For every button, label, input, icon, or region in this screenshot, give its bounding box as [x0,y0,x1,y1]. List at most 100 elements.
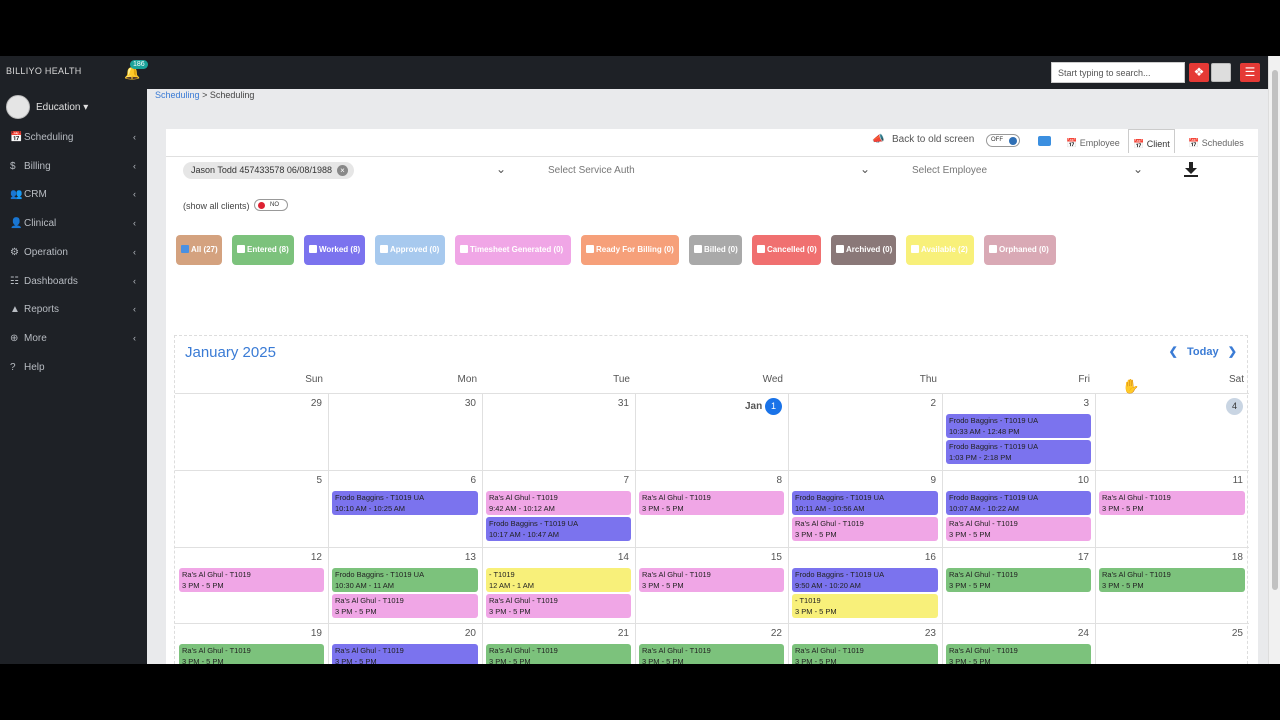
event-block[interactable]: Ra's Al Ghul - T1019 3 PM - 5 PM [946,644,1091,664]
day-number[interactable]: 22 [642,628,782,639]
event-block[interactable]: Ra's Al Ghul - T1019 3 PM - 5 PM [1099,491,1245,515]
remove-chip-icon[interactable]: × [336,165,348,176]
event-block[interactable]: - T1019 3 PM - 5 PM [792,594,938,618]
employee-chevron-down-icon[interactable]: ⌄ [1133,162,1143,176]
day-number[interactable]: 29 [182,398,322,409]
event-block[interactable]: Ra's Al Ghul - T1019 3 PM - 5 PM [946,568,1091,592]
filter-button-billed[interactable]: Billed (0) [689,235,742,265]
filter-checkbox[interactable] [586,245,594,253]
day-number[interactable]: 16 [796,552,936,563]
event-block[interactable]: Frodo Baggins - T1019 UA 10:10 AM - 10:25… [332,491,478,515]
filter-button-approved[interactable]: Approved (0) [375,235,445,265]
sidebar-item-scheduling[interactable]: 📅 Scheduling ‹ [0,124,147,152]
tab-client[interactable]: 📅 Client [1128,129,1175,153]
next-month-chevron-right-icon[interactable]: ❯ [1228,346,1237,358]
sidebar-item-crm[interactable]: 👥 CRM ‹ [0,181,147,209]
day-number[interactable]: 13 [336,552,476,563]
filter-checkbox[interactable] [380,245,388,253]
event-block[interactable]: Ra's Al Ghul - T1019 3 PM - 5 PM [639,644,784,664]
day-number[interactable]: 11 [1103,475,1243,486]
filter-checkbox[interactable] [757,245,765,253]
menu-icon[interactable]: ☰ [1240,63,1260,82]
filter-button-available[interactable]: Available (2) [906,235,974,265]
old-screen-toggle[interactable]: OFF [986,134,1020,147]
filter-button-orphaned[interactable]: Orphaned (0) [984,235,1056,265]
filter-button-entered[interactable]: Entered (8) [232,235,294,265]
day-number[interactable]: 5 [182,475,322,486]
event-block[interactable]: Frodo Baggins - T1019 UA 1:03 PM - 2:18 P… [946,440,1091,464]
user-avatar-icon[interactable] [1211,63,1231,82]
page-scrollbar[interactable] [1268,56,1280,664]
event-block[interactable]: Ra's Al Ghul - T1019 3 PM - 5 PM [179,568,324,592]
scrollbar-thumb[interactable] [1272,70,1278,590]
filter-checkbox[interactable] [237,245,245,253]
employee-select[interactable]: Select Employee [912,165,987,176]
day-number[interactable]: 14 [489,552,629,563]
today-button[interactable]: Today [1187,346,1219,358]
service-auth-select[interactable]: Select Service Auth [548,165,635,176]
day-number[interactable]: 8 [642,475,782,486]
breadcrumb-link[interactable]: Scheduling [155,90,200,100]
event-block[interactable]: Ra's Al Ghul - T1019 3 PM - 5 PM [179,644,324,664]
event-block[interactable]: Frodo Baggins - T1019 UA 10:33 AM - 12:48… [946,414,1091,438]
tab-employee[interactable]: 📅 Employee [1062,129,1124,153]
sidebar-item-dashboards[interactable]: ☷ Dashboards ‹ [0,268,147,296]
filter-checkbox[interactable] [309,245,317,253]
show-all-clients-toggle[interactable]: NO [254,199,288,211]
service-auth-chevron-down-icon[interactable]: ⌄ [860,162,870,176]
sidebar-item-reports[interactable]: ▲ Reports ‹ [0,296,147,324]
day-number[interactable]: Jan 1 [642,398,782,415]
filter-button-all[interactable]: All (27) [176,235,222,265]
filter-checkbox[interactable] [836,245,844,253]
day-number[interactable]: 2 [796,398,936,409]
day-number[interactable]: 17 [949,552,1089,563]
filter-checkbox[interactable] [181,245,189,253]
download-icon[interactable] [1182,160,1200,178]
day-number[interactable]: 30 [336,398,476,409]
search-input[interactable]: Start typing to search... [1051,62,1185,83]
event-block[interactable]: Frodo Baggins - T1019 UA 10:11 AM - 10:56… [792,491,938,515]
day-number[interactable]: 25 [1103,628,1243,639]
event-block[interactable]: - T1019 12 AM - 1 AM [486,568,631,592]
sidebar-item-help[interactable]: ? Help [0,354,147,382]
event-block[interactable]: Ra's Al Ghul - T1019 3 PM - 5 PM [1099,568,1245,592]
filter-checkbox[interactable] [460,245,468,253]
tab-schedules[interactable]: 📅 Schedules [1184,129,1248,153]
event-block[interactable]: Frodo Baggins - T1019 UA 10:30 AM - 11 AM [332,568,478,592]
filter-button-worked[interactable]: Worked (8) [304,235,365,265]
event-block[interactable]: Frodo Baggins - T1019 UA 10:17 AM - 10:47… [486,517,631,541]
filter-checkbox[interactable] [989,245,997,253]
day-number[interactable]: 6 [336,475,476,486]
filter-checkbox[interactable] [911,245,919,253]
sidebar-item-more[interactable]: ⊕ More ‹ [0,325,147,353]
day-number[interactable]: 15 [642,552,782,563]
event-block[interactable]: Ra's Al Ghul - T1019 3 PM - 5 PM [486,644,631,664]
filter-button-cancelled[interactable]: Cancelled (0) [752,235,821,265]
event-block[interactable]: Ra's Al Ghul - T1019 3 PM - 5 PM [792,644,938,664]
event-block[interactable]: Frodo Baggins - T1019 UA 9:50 AM - 10:20 … [792,568,938,592]
day-number[interactable]: 7 [489,475,629,486]
day-number[interactable]: 3 [949,398,1089,409]
client-select-chevron-down-icon[interactable]: ⌄ [496,162,506,176]
filter-checkbox[interactable] [694,245,702,253]
day-number[interactable]: 19 [182,628,322,639]
day-number[interactable]: 9 [796,475,936,486]
event-block[interactable]: Ra's Al Ghul - T1019 3 PM - 5 PM [639,491,784,515]
day-number[interactable]: 18 [1103,552,1243,563]
day-number[interactable]: 24 [949,628,1089,639]
brand-logo[interactable]: BILLIYO HEALTH [6,66,82,76]
sidebar-item-clinical[interactable]: 👤 Clinical ‹ [0,210,147,238]
sidebar-item-billing[interactable]: $ Billing ‹ [0,153,147,181]
day-number[interactable]: 21 [489,628,629,639]
prev-month-chevron-left-icon[interactable]: ❮ [1169,346,1178,358]
day-number[interactable]: 10 [949,475,1089,486]
sidebar-item-operation[interactable]: ⚙ Operation ‹ [0,239,147,267]
day-number[interactable]: 4 [1103,398,1243,415]
filter-button-timesheet-generated[interactable]: Timesheet Generated (0) [455,235,571,265]
day-number[interactable]: 12 [182,552,322,563]
event-block[interactable]: Ra's Al Ghul - T1019 3 PM - 5 PM [332,594,478,618]
filter-button-ready-for-billing[interactable]: Ready For Billing (0) [581,235,679,265]
day-number[interactable]: 20 [336,628,476,639]
day-number[interactable]: 23 [796,628,936,639]
event-block[interactable]: Ra's Al Ghul - T1019 3 PM - 5 PM [639,568,784,592]
